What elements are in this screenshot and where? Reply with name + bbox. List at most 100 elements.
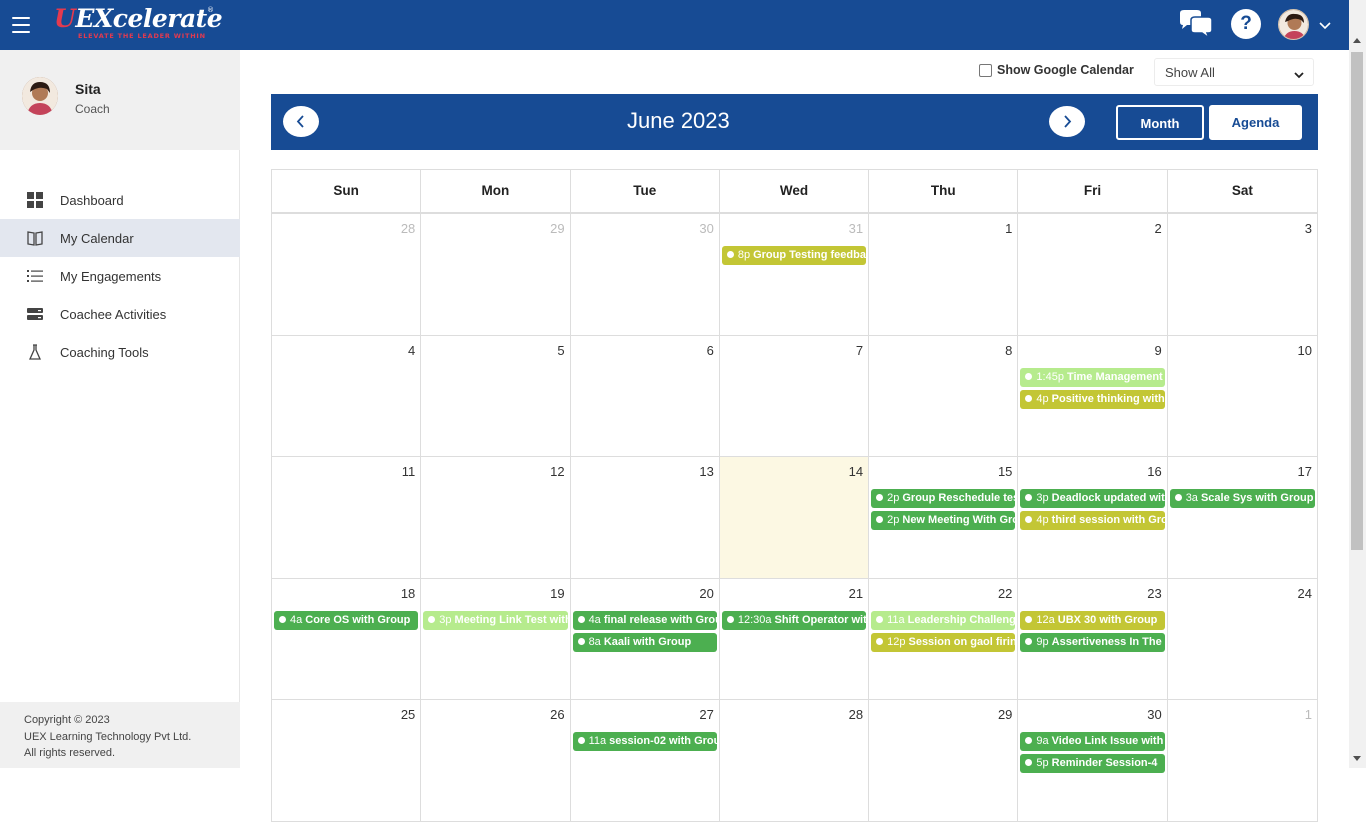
calendar-day-cell[interactable]: 16 3p Deadlock updated with 4p third session…	[1018, 457, 1168, 578]
calendar-day-cell-today[interactable]: 14	[719, 457, 870, 578]
calendar-day-cell[interactable]: 4	[272, 335, 422, 457]
calendar-day-cell[interactable]: 29	[869, 700, 1019, 821]
agenda-view-button[interactable]: Agenda	[1209, 105, 1302, 140]
calendar-day-cell[interactable]: 3	[1168, 214, 1317, 335]
calendar-event[interactable]: 3p Meeting Link Test with	[423, 610, 568, 630]
calendar-day-cell[interactable]: 28	[272, 214, 422, 335]
calendar-day-cell[interactable]: 2	[1018, 214, 1168, 335]
calendar-event[interactable]: 8a Kaali with Group	[572, 632, 717, 652]
scrollbar-thumb[interactable]	[1351, 52, 1363, 550]
calendar-day-cell[interactable]: 11	[272, 457, 422, 578]
day-number[interactable]: 3	[1305, 221, 1312, 236]
day-number[interactable]: 12	[550, 464, 564, 479]
day-number[interactable]: 1	[1005, 221, 1012, 236]
day-number[interactable]: 30	[1147, 707, 1161, 722]
sidebar-item-dashboard[interactable]: Dashboard	[0, 181, 240, 219]
day-number[interactable]: 15	[998, 464, 1012, 479]
day-number[interactable]: 9	[1154, 343, 1161, 358]
chat-icon[interactable]	[1177, 9, 1215, 41]
calendar-day-cell[interactable]: 23 12a UBX 30 with Group 9p Assertiveness In…	[1018, 578, 1168, 700]
calendar-day-cell[interactable]: 18 4a Core OS with Group	[272, 578, 422, 700]
calendar-day-cell[interactable]: 31 8p Group Testing feedback	[720, 214, 870, 335]
day-number[interactable]: 14	[849, 464, 863, 479]
sidebar-item-my-calendar[interactable]: My Calendar	[0, 219, 240, 257]
day-number[interactable]: 1	[1305, 707, 1312, 722]
sidebar-item-my-engagements[interactable]: My Engagements	[0, 257, 240, 295]
day-number[interactable]: 26	[550, 707, 564, 722]
calendar-event[interactable]: 1:45p Time Management	[1020, 367, 1165, 387]
app-logo[interactable]: UEXcelerate ELEVATE THE LEADER WITHIN ®	[54, 6, 223, 44]
day-number[interactable]: 5	[557, 343, 564, 358]
calendar-event[interactable]: 4a Core OS with Group	[274, 610, 419, 630]
day-number[interactable]: 22	[998, 586, 1012, 601]
day-number[interactable]: 19	[550, 586, 564, 601]
chevron-down-icon[interactable]	[1318, 17, 1332, 31]
calendar-day-cell[interactable]: 1	[1168, 700, 1317, 821]
filter-select[interactable]: Show All	[1154, 58, 1314, 86]
calendar-day-cell[interactable]: 13	[571, 457, 720, 578]
day-number[interactable]: 28	[401, 221, 415, 236]
calendar-day-cell[interactable]: 27 11a session-02 with Group	[571, 700, 720, 821]
calendar-event[interactable]: 3p Deadlock updated with	[1020, 489, 1165, 509]
calendar-day-cell[interactable]: 21 12:30a Shift Operator with	[720, 578, 870, 700]
sidebar-item-coachee-activities[interactable]: Coachee Activities	[0, 295, 240, 333]
calendar-event[interactable]: 9a Video Link Issue with	[1020, 732, 1165, 752]
calendar-event[interactable]: 4a final release with Group	[572, 610, 717, 630]
help-icon[interactable]: ?	[1231, 9, 1261, 39]
calendar-event[interactable]: 5p Reminder Session-4	[1020, 754, 1165, 774]
google-calendar-checkbox[interactable]	[979, 63, 992, 77]
day-number[interactable]: 4	[408, 343, 415, 358]
day-number[interactable]: 23	[1147, 586, 1161, 601]
day-number[interactable]: 29	[550, 221, 564, 236]
calendar-day-cell[interactable]: 28	[720, 700, 870, 821]
calendar-day-cell[interactable]: 30 9a Video Link Issue with 5p Reminder Sess…	[1018, 700, 1168, 821]
user-avatar[interactable]	[1278, 9, 1309, 40]
page-scrollbar[interactable]	[1349, 0, 1366, 768]
calendar-day-cell[interactable]: 30	[571, 214, 720, 335]
scroll-up-arrow-icon[interactable]	[1353, 38, 1361, 43]
calendar-day-cell[interactable]: 1	[869, 214, 1019, 335]
calendar-day-cell[interactable]: 26	[421, 700, 571, 821]
calendar-day-cell[interactable]: 19 3p Meeting Link Test with	[421, 578, 571, 700]
day-number[interactable]: 10	[1298, 343, 1312, 358]
calendar-day-cell[interactable]: 12	[421, 457, 571, 578]
calendar-event[interactable]: 12p Session on gaol firing	[871, 632, 1016, 652]
google-calendar-toggle[interactable]: Show Google Calendar	[979, 63, 1134, 77]
day-number[interactable]: 8	[1005, 343, 1012, 358]
calendar-day-cell[interactable]: 15 2p Group Reschedule test 2p New Meeting W…	[869, 457, 1019, 578]
calendar-event[interactable]: 4p Positive thinking with	[1020, 389, 1165, 409]
calendar-day-cell[interactable]: 25	[272, 700, 422, 821]
day-number[interactable]: 6	[707, 343, 714, 358]
hamburger-menu-icon[interactable]	[12, 17, 30, 33]
calendar-event[interactable]: 2pNew Meeting With Group	[871, 511, 1016, 531]
day-number[interactable]: 17	[1298, 464, 1312, 479]
day-number[interactable]: 2	[1154, 221, 1161, 236]
day-number[interactable]: 16	[1147, 464, 1161, 479]
day-number[interactable]: 28	[849, 707, 863, 722]
day-number[interactable]: 29	[998, 707, 1012, 722]
calendar-day-cell[interactable]: 9 1:45p Time Management 4p Positive thinking…	[1018, 335, 1168, 457]
calendar-event[interactable]: 3a Scale Sys with Group	[1169, 489, 1315, 509]
scroll-down-arrow-icon[interactable]	[1353, 756, 1361, 761]
calendar-event[interactable]: 4pthird session with Group	[1020, 511, 1165, 531]
calendar-day-cell[interactable]: 5	[421, 335, 571, 457]
day-number[interactable]: 27	[699, 707, 713, 722]
calendar-event[interactable]: 2p Group Reschedule test	[871, 489, 1016, 509]
day-number[interactable]: 13	[699, 464, 713, 479]
sidebar-item-coaching-tools[interactable]: Coaching Tools	[0, 333, 240, 371]
calendar-event[interactable]: 12:30a Shift Operator with	[721, 610, 867, 630]
calendar-event[interactable]: 8p Group Testing feedback	[721, 246, 867, 265]
calendar-event[interactable]: 9p Assertiveness In The	[1020, 632, 1165, 652]
calendar-day-cell[interactable]: 8	[869, 335, 1019, 457]
day-number[interactable]: 31	[849, 221, 863, 236]
calendar-day-cell[interactable]: 29	[421, 214, 571, 335]
calendar-day-cell[interactable]: 20 4a final release with Group 8a Kaali with…	[571, 578, 720, 700]
day-number[interactable]: 30	[699, 221, 713, 236]
prev-month-button[interactable]	[283, 106, 319, 137]
day-number[interactable]: 11	[402, 464, 416, 479]
day-number[interactable]: 24	[1298, 586, 1312, 601]
day-number[interactable]: 25	[401, 707, 415, 722]
calendar-event[interactable]: 12a UBX 30 with Group	[1020, 610, 1165, 630]
next-month-button[interactable]	[1049, 106, 1085, 137]
calendar-event[interactable]: 11a Leadership Challenge	[871, 610, 1016, 630]
